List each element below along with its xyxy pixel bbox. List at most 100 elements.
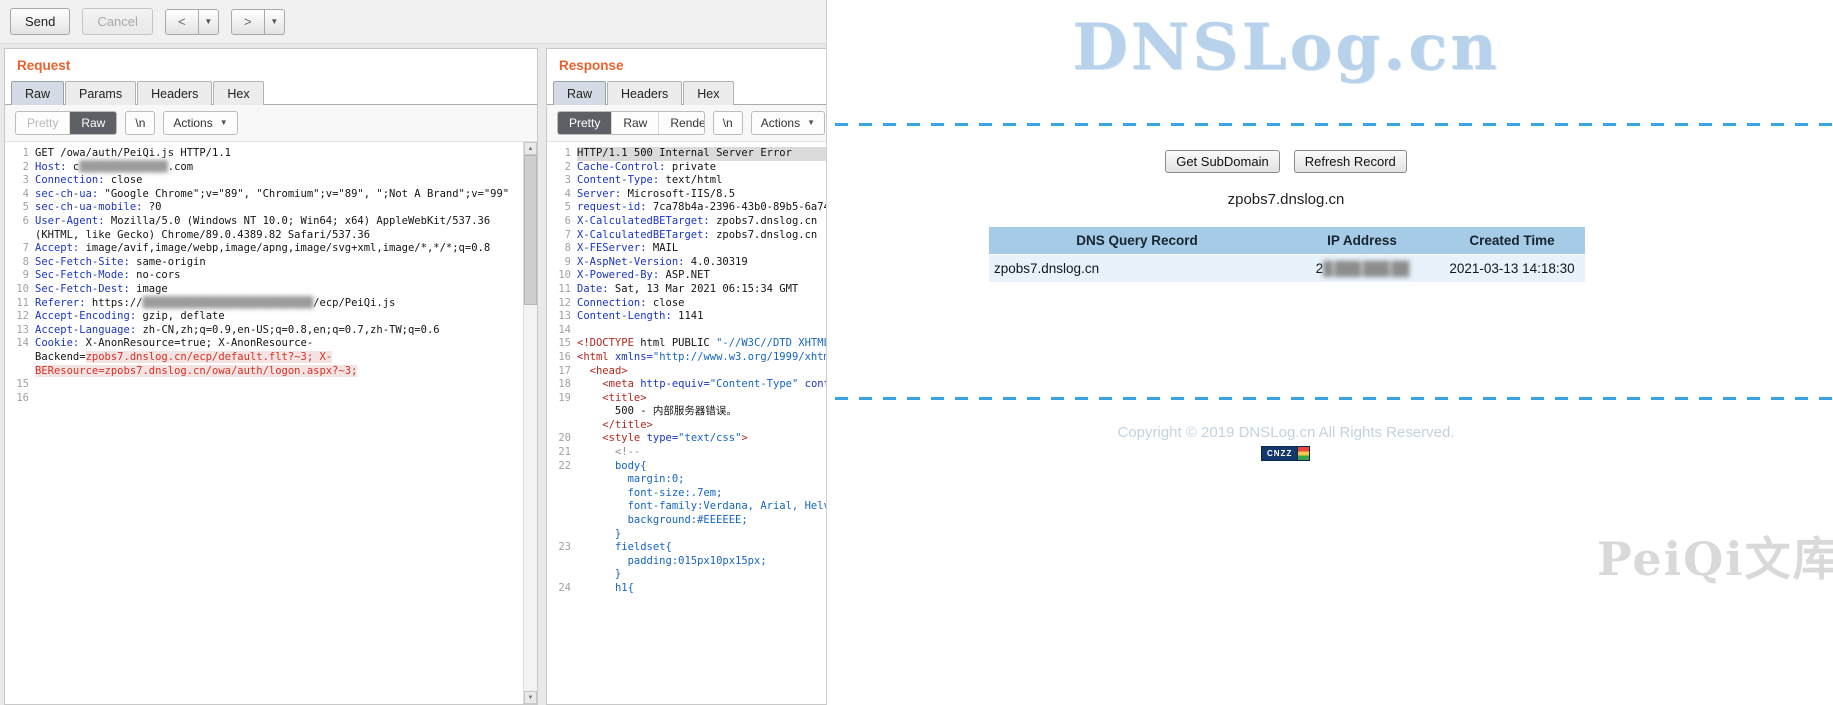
view-render-button[interactable]: Render bbox=[659, 112, 704, 134]
code-line: 11Referer: https://█████████████████████… bbox=[5, 297, 537, 311]
code-line: 8X-FEServer: MAIL bbox=[547, 242, 835, 256]
line-number: 16 bbox=[5, 392, 35, 406]
next-request-dropdown[interactable]: ▼ bbox=[265, 9, 285, 35]
response-code: 1HTTP/1.1 500 Internal Server Error2Cach… bbox=[547, 147, 835, 596]
send-button[interactable]: Send bbox=[10, 8, 70, 35]
line-number: 2 bbox=[5, 161, 35, 175]
line-number: 22 bbox=[547, 460, 577, 542]
request-scrollbar[interactable]: ▲ ▼ bbox=[523, 142, 537, 704]
refresh-record-button[interactable]: Refresh Record bbox=[1294, 150, 1407, 173]
code-line: 10X-Powered-By: ASP.NET bbox=[547, 269, 835, 283]
tab-params[interactable]: Params bbox=[65, 81, 136, 105]
code-line: 4Server: Microsoft-IIS/8.5 bbox=[547, 188, 835, 202]
request-panel: Request RawParamsHeadersHex PrettyRaw \n… bbox=[4, 48, 538, 705]
code-line: 3Connection: close bbox=[5, 174, 537, 188]
line-number: 4 bbox=[547, 188, 577, 202]
code-line-content: Connection: close bbox=[35, 174, 537, 188]
code-line-content: request-id: 7ca78b4a-2396-43b0-89b5-6a74… bbox=[577, 201, 835, 215]
line-number: 9 bbox=[5, 269, 35, 283]
line-number: 5 bbox=[5, 201, 35, 215]
cnzz-flag-icon bbox=[1298, 446, 1310, 461]
request-view-toolbar: PrettyRaw \n Actions ▼ bbox=[5, 105, 537, 142]
newline-toggle-button[interactable]: \n bbox=[713, 111, 743, 135]
line-number: 2 bbox=[547, 161, 577, 175]
line-number: 14 bbox=[547, 324, 577, 338]
code-line-content: X-FEServer: MAIL bbox=[577, 242, 835, 256]
code-line-content: Connection: close bbox=[577, 297, 835, 311]
code-line: 5sec-ch-ua-mobile: ?0 bbox=[5, 201, 537, 215]
request-editor[interactable]: 1GET /owa/auth/PeiQi.js HTTP/1.12Host: c… bbox=[5, 142, 537, 704]
code-line-content: X-CalculatedBETarget: zpobs7.dnslog.cn bbox=[577, 229, 835, 243]
code-line: 20 <style type="text/css"> bbox=[547, 432, 835, 446]
scroll-thumb[interactable] bbox=[524, 155, 537, 305]
actions-button[interactable]: Actions ▼ bbox=[163, 111, 237, 135]
get-subdomain-button[interactable]: Get SubDomain bbox=[1165, 150, 1280, 173]
redacted-text: ███████████████████████████ bbox=[142, 297, 313, 309]
next-request-button[interactable]: > bbox=[231, 9, 265, 35]
line-number: 13 bbox=[547, 310, 577, 324]
prev-request-dropdown[interactable]: ▼ bbox=[199, 9, 219, 35]
line-number: 5 bbox=[547, 201, 577, 215]
prev-request-button[interactable]: < bbox=[165, 9, 199, 35]
next-request-group: > ▼ bbox=[231, 9, 285, 35]
code-line: 22 body{ margin:0; font-size:.7em; font-… bbox=[547, 460, 835, 542]
tab-raw[interactable]: Raw bbox=[11, 81, 64, 105]
chevron-down-icon: ▼ bbox=[807, 119, 815, 127]
prev-request-group: < ▼ bbox=[165, 9, 219, 35]
code-line: 5request-id: 7ca78b4a-2396-43b0-89b5-6a7… bbox=[547, 201, 835, 215]
cancel-button[interactable]: Cancel bbox=[82, 8, 152, 35]
scroll-down-icon[interactable]: ▼ bbox=[524, 691, 537, 704]
cell-created-time: 2021-03-13 14:18:30 bbox=[1439, 255, 1585, 282]
code-line-content: Date: Sat, 13 Mar 2021 06:15:34 GMT bbox=[577, 283, 835, 297]
code-line-content: X-Powered-By: ASP.NET bbox=[577, 269, 835, 283]
code-line-content: Accept-Language: zh-CN,zh;q=0.9,en-US;q=… bbox=[35, 324, 537, 338]
chevron-down-icon: ▼ bbox=[270, 18, 278, 26]
request-title: Request bbox=[5, 49, 537, 80]
view-pretty-button[interactable]: Pretty bbox=[558, 112, 612, 134]
dnslog-page: DNSLog.cn Get SubDomain Refresh Record z… bbox=[826, 0, 1833, 705]
code-line: 6X-CalculatedBETarget: zpobs7.dnslog.cn bbox=[547, 215, 835, 229]
tab-headers[interactable]: Headers bbox=[607, 81, 682, 105]
cnzz-badge[interactable]: CNZZ bbox=[1261, 446, 1310, 461]
newline-toggle-button[interactable]: \n bbox=[125, 111, 155, 135]
code-line-content: <!DOCTYPE html PUBLIC "-//W3C//DTD XHTML… bbox=[577, 337, 835, 351]
code-line: 13Content-Length: 1141 bbox=[547, 310, 835, 324]
code-line-content bbox=[577, 324, 835, 338]
request-code: 1GET /owa/auth/PeiQi.js HTTP/1.12Host: c… bbox=[5, 147, 537, 405]
tab-headers[interactable]: Headers bbox=[137, 81, 212, 105]
actions-button[interactable]: Actions ▼ bbox=[751, 111, 825, 135]
copyright-text: Copyright © 2019 DNSLog.cn All Rights Re… bbox=[827, 424, 1745, 441]
code-line-content: HTTP/1.1 500 Internal Server Error bbox=[577, 147, 835, 161]
response-editor[interactable]: 1HTTP/1.1 500 Internal Server Error2Cach… bbox=[547, 142, 835, 704]
line-number: 10 bbox=[5, 283, 35, 297]
code-line-content: fieldset{ padding:015px10px15px; } bbox=[577, 541, 835, 582]
current-subdomain: zpobs7.dnslog.cn bbox=[827, 191, 1745, 208]
code-line-content: <!-- bbox=[577, 446, 835, 460]
scroll-up-icon[interactable]: ▲ bbox=[524, 142, 537, 155]
tab-hex[interactable]: Hex bbox=[683, 81, 733, 105]
table-header-created-time: Created Time bbox=[1439, 227, 1585, 254]
code-line-content bbox=[35, 378, 537, 392]
code-line: 11Date: Sat, 13 Mar 2021 06:15:34 GMT bbox=[547, 283, 835, 297]
code-line: 12Connection: close bbox=[547, 297, 835, 311]
table-row: zpobs7.dnslog.cn2█.███.███.██2021-03-13 … bbox=[989, 255, 1585, 282]
code-line-content bbox=[35, 392, 537, 406]
view-raw-button[interactable]: Raw bbox=[70, 112, 116, 134]
tab-raw[interactable]: Raw bbox=[553, 81, 606, 105]
code-line-content: body{ margin:0; font-size:.7em; font-fam… bbox=[577, 460, 835, 542]
line-number: 7 bbox=[547, 229, 577, 243]
code-line: 24 h1{ bbox=[547, 582, 835, 596]
cell-dns-query-record: zpobs7.dnslog.cn bbox=[989, 255, 1285, 282]
line-number: 1 bbox=[5, 147, 35, 161]
tab-hex[interactable]: Hex bbox=[213, 81, 263, 105]
code-line: 8Sec-Fetch-Site: same-origin bbox=[5, 256, 537, 270]
view-raw-button[interactable]: Raw bbox=[612, 112, 659, 134]
code-line: 15<!DOCTYPE html PUBLIC "-//W3C//DTD XHT… bbox=[547, 337, 835, 351]
line-number: 13 bbox=[5, 324, 35, 338]
code-line-content: <title> 500 - 内部服务器错误。 </title> bbox=[577, 392, 835, 433]
code-line-content: h1{ bbox=[577, 582, 835, 596]
view-pretty-button[interactable]: Pretty bbox=[16, 112, 70, 134]
response-view-toolbar: PrettyRawRender \n Actions ▼ bbox=[547, 105, 835, 142]
line-number: 19 bbox=[547, 392, 577, 433]
code-line: 15 bbox=[5, 378, 537, 392]
